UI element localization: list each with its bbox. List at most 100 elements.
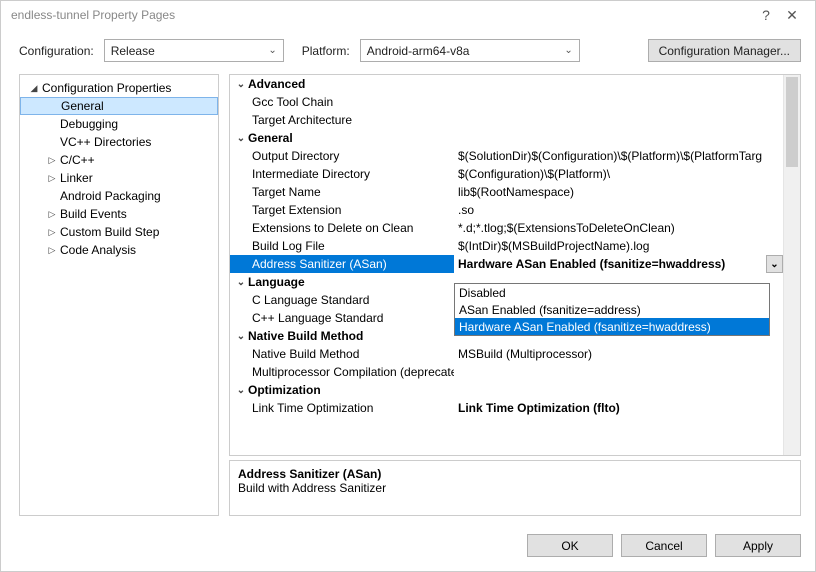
prop-value: MSBuild (Multiprocessor)	[458, 347, 592, 361]
tree-item-vc-directories[interactable]: VC++ Directories	[20, 133, 218, 151]
prop-label: Target Extension	[252, 203, 341, 217]
tree-item-custom-build-step[interactable]: ▷Custom Build Step	[20, 223, 218, 241]
category-label: Language	[248, 275, 305, 289]
category-label: Advanced	[248, 77, 305, 91]
collapse-icon[interactable]: ⌄	[234, 133, 248, 144]
ok-button[interactable]: OK	[527, 534, 613, 557]
prop-label: Address Sanitizer (ASan)	[252, 257, 387, 271]
configuration-select[interactable]: Release ⌄	[104, 39, 284, 62]
prop-label: Target Architecture	[252, 113, 352, 127]
config-row: Configuration: Release ⌄ Platform: Andro…	[1, 29, 815, 74]
chevron-down-icon: ⌄	[268, 45, 276, 56]
collapse-icon[interactable]: ⌄	[234, 385, 248, 396]
prop-row[interactable]: Target Architecture	[230, 111, 800, 129]
window-title: endless-tunnel Property Pages	[11, 8, 175, 22]
category-label: General	[248, 131, 293, 145]
property-description: Address Sanitizer (ASan) Build with Addr…	[229, 460, 801, 516]
prop-label: Intermediate Directory	[252, 167, 370, 181]
prop-value: $(Configuration)\$(Platform)\	[458, 167, 610, 181]
tree-item-build-events[interactable]: ▷Build Events	[20, 205, 218, 223]
prop-value: *.d;*.tlog;$(ExtensionsToDeleteOnClean)	[458, 221, 675, 235]
platform-select[interactable]: Android-arm64-v8a ⌄	[360, 39, 580, 62]
collapse-icon[interactable]: ⌄	[234, 79, 248, 90]
prop-row[interactable]: Output Directory$(SolutionDir)$(Configur…	[230, 147, 800, 165]
prop-row[interactable]: Target Name lib$(RootNamespace)	[230, 183, 800, 201]
configuration-label: Configuration:	[19, 44, 94, 58]
prop-value: lib$(RootNamespace)	[458, 185, 574, 199]
apply-button[interactable]: Apply	[715, 534, 801, 557]
prop-label: Gcc Tool Chain	[252, 95, 333, 109]
tree-root[interactable]: ◢Configuration Properties	[20, 79, 218, 97]
help-icon[interactable]: ?	[753, 7, 779, 23]
prop-value: $(IntDir)$(MSBuildProjectName).log	[458, 239, 649, 253]
tree-item-c-c-[interactable]: ▷C/C++	[20, 151, 218, 169]
tree-item-label: Debugging	[58, 117, 118, 131]
prop-row[interactable]: Target Extension .so	[230, 201, 800, 219]
dialog-footer: OK Cancel Apply	[1, 524, 815, 571]
prop-label: Multiprocessor Compilation (deprecated)	[252, 365, 454, 379]
category-label: Native Build Method	[248, 329, 363, 343]
prop-value: $(SolutionDir)$(Configuration)\$(Platfor…	[458, 149, 762, 163]
property-grid[interactable]: ⌄AdvancedGcc Tool ChainTarget Architectu…	[229, 74, 801, 456]
category-general[interactable]: ⌄General	[230, 129, 800, 147]
collapse-icon[interactable]: ⌄	[234, 277, 248, 288]
configuration-value: Release	[111, 44, 155, 58]
scrollbar-vertical[interactable]	[783, 75, 800, 455]
expand-icon[interactable]: ▷	[46, 245, 58, 256]
tree-root-label: Configuration Properties	[40, 81, 171, 95]
chevron-down-icon: ⌄	[564, 45, 572, 56]
platform-label: Platform:	[302, 44, 350, 58]
tree-item-label: Custom Build Step	[58, 225, 159, 239]
configuration-manager-button[interactable]: Configuration Manager...	[648, 39, 801, 62]
expand-icon[interactable]: ▷	[46, 155, 58, 166]
tree-item-linker[interactable]: ▷Linker	[20, 169, 218, 187]
prop-row[interactable]: Multiprocessor Compilation (deprecated)	[230, 363, 800, 381]
prop-label: Extensions to Delete on Clean	[252, 221, 413, 235]
prop-value: .so	[458, 203, 474, 217]
collapse-icon[interactable]: ◢	[28, 83, 40, 94]
tree-item-code-analysis[interactable]: ▷Code Analysis	[20, 241, 218, 259]
description-text: Build with Address Sanitizer	[238, 481, 792, 495]
prop-row[interactable]: Native Build MethodMSBuild (Multiprocess…	[230, 345, 800, 363]
tree-item-android-packaging[interactable]: Android Packaging	[20, 187, 218, 205]
prop-row[interactable]: Extensions to Delete on Clean *.d;*.tlog;…	[230, 219, 800, 237]
configuration-manager-label: Configuration Manager...	[659, 44, 790, 58]
tree-item-debugging[interactable]: Debugging	[20, 115, 218, 133]
expand-icon[interactable]: ▷	[46, 173, 58, 184]
prop-label: C++ Language Standard	[252, 311, 383, 325]
prop-label: C Language Standard	[252, 293, 369, 307]
prop-label: Link Time Optimization	[252, 401, 373, 415]
tree-item-label: Linker	[58, 171, 93, 185]
prop-row[interactable]: Link Time OptimizationLink Time Optimiza…	[230, 399, 800, 417]
dropdown-option[interactable]: Hardware ASan Enabled (fsanitize=hwaddre…	[455, 318, 769, 335]
collapse-icon[interactable]: ⌄	[234, 331, 248, 342]
prop-label: Target Name	[252, 185, 321, 199]
prop-row[interactable]: Intermediate Directory $(Configuration)\$…	[230, 165, 800, 183]
expand-icon[interactable]: ▷	[46, 209, 58, 220]
chevron-down-icon: ⌄	[770, 259, 778, 270]
tree-item-general[interactable]: General	[20, 97, 218, 115]
scrollbar-thumb[interactable]	[786, 77, 798, 167]
dropdown-option[interactable]: Disabled	[455, 284, 769, 301]
tree-item-label: General	[59, 99, 104, 113]
platform-value: Android-arm64-v8a	[367, 44, 470, 58]
prop-row[interactable]: Build Log File $(IntDir)$(MSBuildProjectN…	[230, 237, 800, 255]
prop-row[interactable]: Gcc Tool Chain	[230, 93, 800, 111]
close-icon[interactable]: ✕	[779, 7, 805, 24]
dropdown-button[interactable]: ⌄	[766, 255, 783, 273]
description-title: Address Sanitizer (ASan)	[238, 467, 792, 481]
tree-item-label: VC++ Directories	[58, 135, 151, 149]
tree-item-label: Android Packaging	[58, 189, 161, 203]
cancel-button[interactable]: Cancel	[621, 534, 707, 557]
prop-label: Build Log File	[252, 239, 325, 253]
dropdown-option[interactable]: ASan Enabled (fsanitize=address)	[455, 301, 769, 318]
config-tree[interactable]: ◢Configuration Properties General Debuggin…	[19, 74, 219, 516]
titlebar: endless-tunnel Property Pages ? ✕	[1, 1, 815, 29]
asan-dropdown[interactable]: DisabledASan Enabled (fsanitize=address)…	[454, 283, 770, 336]
expand-icon[interactable]: ▷	[46, 227, 58, 238]
category-label: Optimization	[248, 383, 321, 397]
prop-row[interactable]: Address Sanitizer (ASan) Hardware ASan En…	[230, 255, 800, 273]
prop-value: Hardware ASan Enabled (fsanitize=hwaddre…	[458, 257, 725, 271]
category-optimization[interactable]: ⌄Optimization	[230, 381, 800, 399]
category-advanced[interactable]: ⌄Advanced	[230, 75, 800, 93]
